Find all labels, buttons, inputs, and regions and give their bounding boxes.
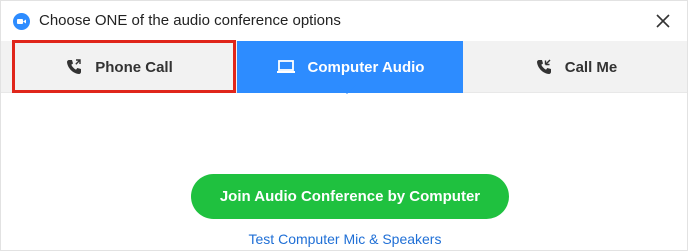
tab-label: Phone Call bbox=[95, 58, 173, 76]
tab-call-me[interactable]: Call Me bbox=[463, 41, 688, 93]
dialog-title: Choose ONE of the audio conference optio… bbox=[39, 12, 341, 29]
title-bar: Choose ONE of the audio conference optio… bbox=[1, 1, 687, 41]
phone-icon bbox=[535, 58, 553, 76]
zoom-camera-icon bbox=[13, 13, 30, 30]
audio-options-dialog: Choose ONE of the audio conference optio… bbox=[0, 0, 688, 251]
phone-icon bbox=[65, 58, 83, 76]
close-button[interactable] bbox=[649, 7, 677, 35]
tab-phone-call[interactable]: Phone Call bbox=[1, 41, 237, 93]
laptop-icon bbox=[276, 59, 296, 75]
close-icon bbox=[656, 14, 670, 28]
tab-label: Call Me bbox=[564, 58, 618, 76]
selected-tab-indicator bbox=[338, 85, 356, 94]
tab-label: Computer Audio bbox=[307, 58, 425, 76]
join-audio-button[interactable]: Join Audio Conference by Computer bbox=[191, 174, 509, 219]
test-speakers-link[interactable]: Test Computer Mic & Speakers bbox=[1, 231, 688, 247]
